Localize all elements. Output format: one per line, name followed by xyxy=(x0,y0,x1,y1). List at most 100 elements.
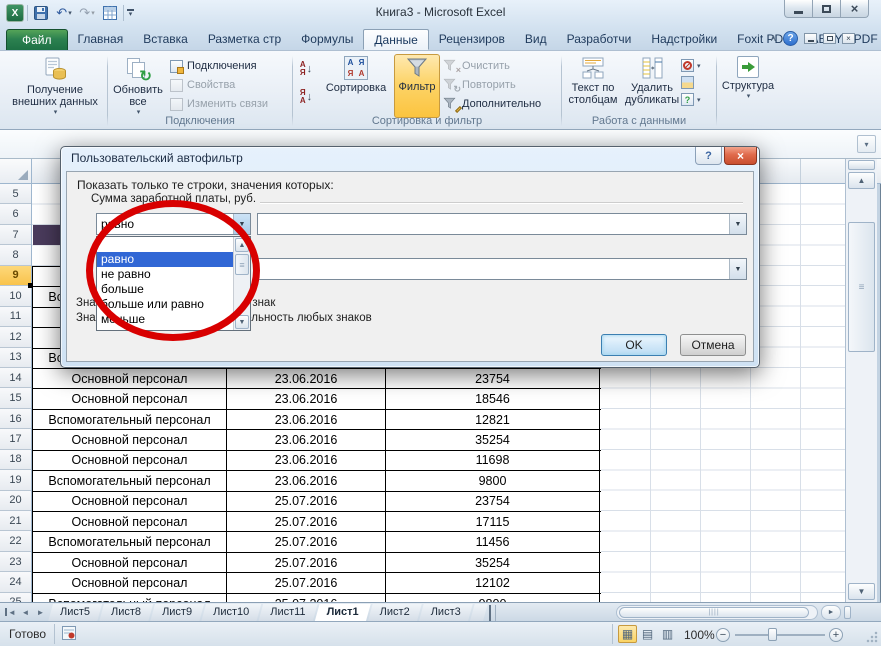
reapply-filter-button[interactable]: ↻Повторить xyxy=(440,76,544,94)
option-not-equals[interactable]: не равно xyxy=(97,267,233,282)
sheet-tab-list5[interactable]: Лист5 xyxy=(48,604,102,622)
row-header[interactable]: 6 xyxy=(0,204,31,224)
minimize-button[interactable] xyxy=(784,0,813,18)
cell-date[interactable]: 25.07.2016 xyxy=(226,594,385,602)
sheet-tab-list8[interactable]: Лист8 xyxy=(99,604,153,622)
row-header[interactable]: 19 xyxy=(0,470,31,490)
cell-salary[interactable]: 35254 xyxy=(385,430,600,449)
cell-date[interactable]: 23.06.2016 xyxy=(226,389,385,408)
sheet-tab-list3[interactable]: Лист3 xyxy=(419,604,473,622)
row-header[interactable]: 18 xyxy=(0,450,31,470)
cell-personnel[interactable]: Основной персонал xyxy=(32,553,226,572)
option-greater-or-equal[interactable]: больше или равно xyxy=(97,297,233,312)
tab-data[interactable]: Данные xyxy=(363,29,428,50)
cell-date[interactable]: 23.06.2016 xyxy=(226,410,385,429)
sort-button[interactable]: АЯЯА Сортировка xyxy=(318,54,394,118)
sheet-tab-list1-active[interactable]: Лист1 xyxy=(315,604,371,622)
select-all-corner[interactable] xyxy=(0,159,32,183)
horizontal-scrollbar[interactable]: |||| xyxy=(616,605,818,620)
row-header[interactable]: 11 xyxy=(0,307,31,327)
tab-home[interactable]: Главная xyxy=(68,29,134,50)
cell-salary[interactable]: 9800 xyxy=(385,471,600,490)
value1-combobox[interactable]: ▼ xyxy=(257,213,747,235)
insert-sheet-tab[interactable] xyxy=(470,604,488,622)
hscroll-split-handle[interactable] xyxy=(844,606,851,619)
tab-page-layout[interactable]: Разметка стр xyxy=(198,29,291,50)
cell-personnel[interactable]: Вспомогательный персонал xyxy=(32,471,226,490)
collapse-ribbon-icon[interactable]: ∧ xyxy=(770,33,777,44)
row-header[interactable]: 14 xyxy=(0,368,31,388)
remove-duplicates-button[interactable]: Удалить дубликаты xyxy=(623,54,681,118)
resize-grip[interactable] xyxy=(866,631,878,643)
clear-filter-button[interactable]: ×Очистить xyxy=(440,57,544,75)
row-header[interactable]: 7 xyxy=(0,225,31,245)
tab-insert[interactable]: Вставка xyxy=(133,29,198,50)
text-to-columns-button[interactable]: Текст по столбцам xyxy=(563,54,623,118)
expand-formula-bar-button[interactable]: ▾ xyxy=(857,135,876,153)
connections-button[interactable]: Подключения xyxy=(167,57,271,75)
consolidate-button[interactable] xyxy=(681,75,701,90)
cell-personnel[interactable]: Основной персонал xyxy=(32,512,226,531)
combo-arrow-button[interactable]: ▼ xyxy=(729,214,746,234)
row-header[interactable]: 23 xyxy=(0,552,31,572)
cancel-button[interactable]: Отмена xyxy=(680,334,746,356)
outline-button[interactable]: Структура ▾ xyxy=(721,54,775,118)
cell-salary[interactable]: 23754 xyxy=(385,492,600,511)
row-header[interactable]: 25 xyxy=(0,593,31,602)
data-validation-button[interactable]: ▾ xyxy=(681,58,701,73)
get-external-data-button[interactable]: Получение внешних данных ▾ xyxy=(7,54,103,118)
sort-ascending-button[interactable]: АЯ↓ xyxy=(294,57,318,81)
cell-salary[interactable]: 17115 xyxy=(385,512,600,531)
cell-personnel[interactable]: Вспомогательный персонал xyxy=(32,532,226,551)
properties-button[interactable]: Свойства xyxy=(167,76,271,94)
close-button[interactable]: × xyxy=(840,0,869,18)
dialog-close-button[interactable]: × xyxy=(724,147,757,165)
row-header[interactable]: 21 xyxy=(0,511,31,531)
cell-personnel[interactable]: Основной персонал xyxy=(32,451,226,470)
workbook-close-button[interactable]: × xyxy=(842,33,855,44)
sheet-tab-list10[interactable]: Лист10 xyxy=(201,604,261,622)
purple-filled-cell[interactable] xyxy=(33,225,61,245)
help-icon[interactable]: ? xyxy=(783,31,798,46)
cell-salary[interactable]: 23754 xyxy=(385,369,600,388)
sort-descending-button[interactable]: ЯА↓ xyxy=(294,85,318,109)
cell-personnel[interactable]: Основной персонал xyxy=(32,573,226,592)
horizontal-scroll-thumb[interactable]: |||| xyxy=(619,607,809,618)
normal-view-button[interactable]: ▦ xyxy=(618,625,637,643)
tab-file[interactable]: Файл xyxy=(6,29,68,50)
row-header[interactable]: 12 xyxy=(0,327,31,347)
cell-date[interactable]: 25.07.2016 xyxy=(226,553,385,572)
row-header[interactable]: 24 xyxy=(0,572,31,592)
vertical-scroll-thumb[interactable]: ≡ xyxy=(848,222,875,352)
vertical-scrollbar[interactable]: ▲ ≡ ▼ xyxy=(845,159,877,602)
next-sheet-button[interactable]: ► xyxy=(34,605,47,619)
sheet-tab-list11[interactable]: Лист11 xyxy=(258,604,317,622)
filter-button[interactable]: Фильтр xyxy=(394,54,440,118)
cell-personnel[interactable]: Основной персонал xyxy=(32,369,226,388)
zoom-slider-track[interactable] xyxy=(735,634,825,636)
edit-links-button[interactable]: Изменить связи xyxy=(167,95,271,113)
scroll-right-button[interactable]: ► xyxy=(821,605,841,620)
cell-salary[interactable]: 12102 xyxy=(385,573,600,592)
row-header[interactable]: 5 xyxy=(0,184,31,204)
zoom-level[interactable]: 100% xyxy=(684,628,715,642)
cell-salary[interactable]: 12821 xyxy=(385,410,600,429)
tab-developer[interactable]: Разработчи xyxy=(557,29,642,50)
cell-date[interactable]: 25.07.2016 xyxy=(226,573,385,592)
option-greater[interactable]: больше xyxy=(97,282,233,297)
advanced-filter-button[interactable]: Дополнительно xyxy=(440,95,544,113)
maximize-button[interactable] xyxy=(812,0,841,18)
sheet-tab-list2[interactable]: Лист2 xyxy=(368,604,422,622)
cell-date[interactable]: 25.07.2016 xyxy=(226,492,385,511)
what-if-analysis-button[interactable]: ?▾ xyxy=(681,92,701,107)
tab-view[interactable]: Вид xyxy=(515,29,557,50)
scrollbar-split-handle[interactable] xyxy=(848,160,875,170)
row-header[interactable]: 13 xyxy=(0,348,31,368)
tab-addins[interactable]: Надстройки xyxy=(641,29,727,50)
workbook-minimize-button[interactable] xyxy=(804,33,817,44)
sheet-tab-list9[interactable]: Лист9 xyxy=(150,604,204,622)
row-header[interactable]: 22 xyxy=(0,531,31,551)
row-header[interactable]: 15 xyxy=(0,388,31,408)
scroll-down-button[interactable]: ▼ xyxy=(848,583,875,600)
refresh-all-button[interactable]: ↻ Обновить все ▾ xyxy=(109,54,167,118)
